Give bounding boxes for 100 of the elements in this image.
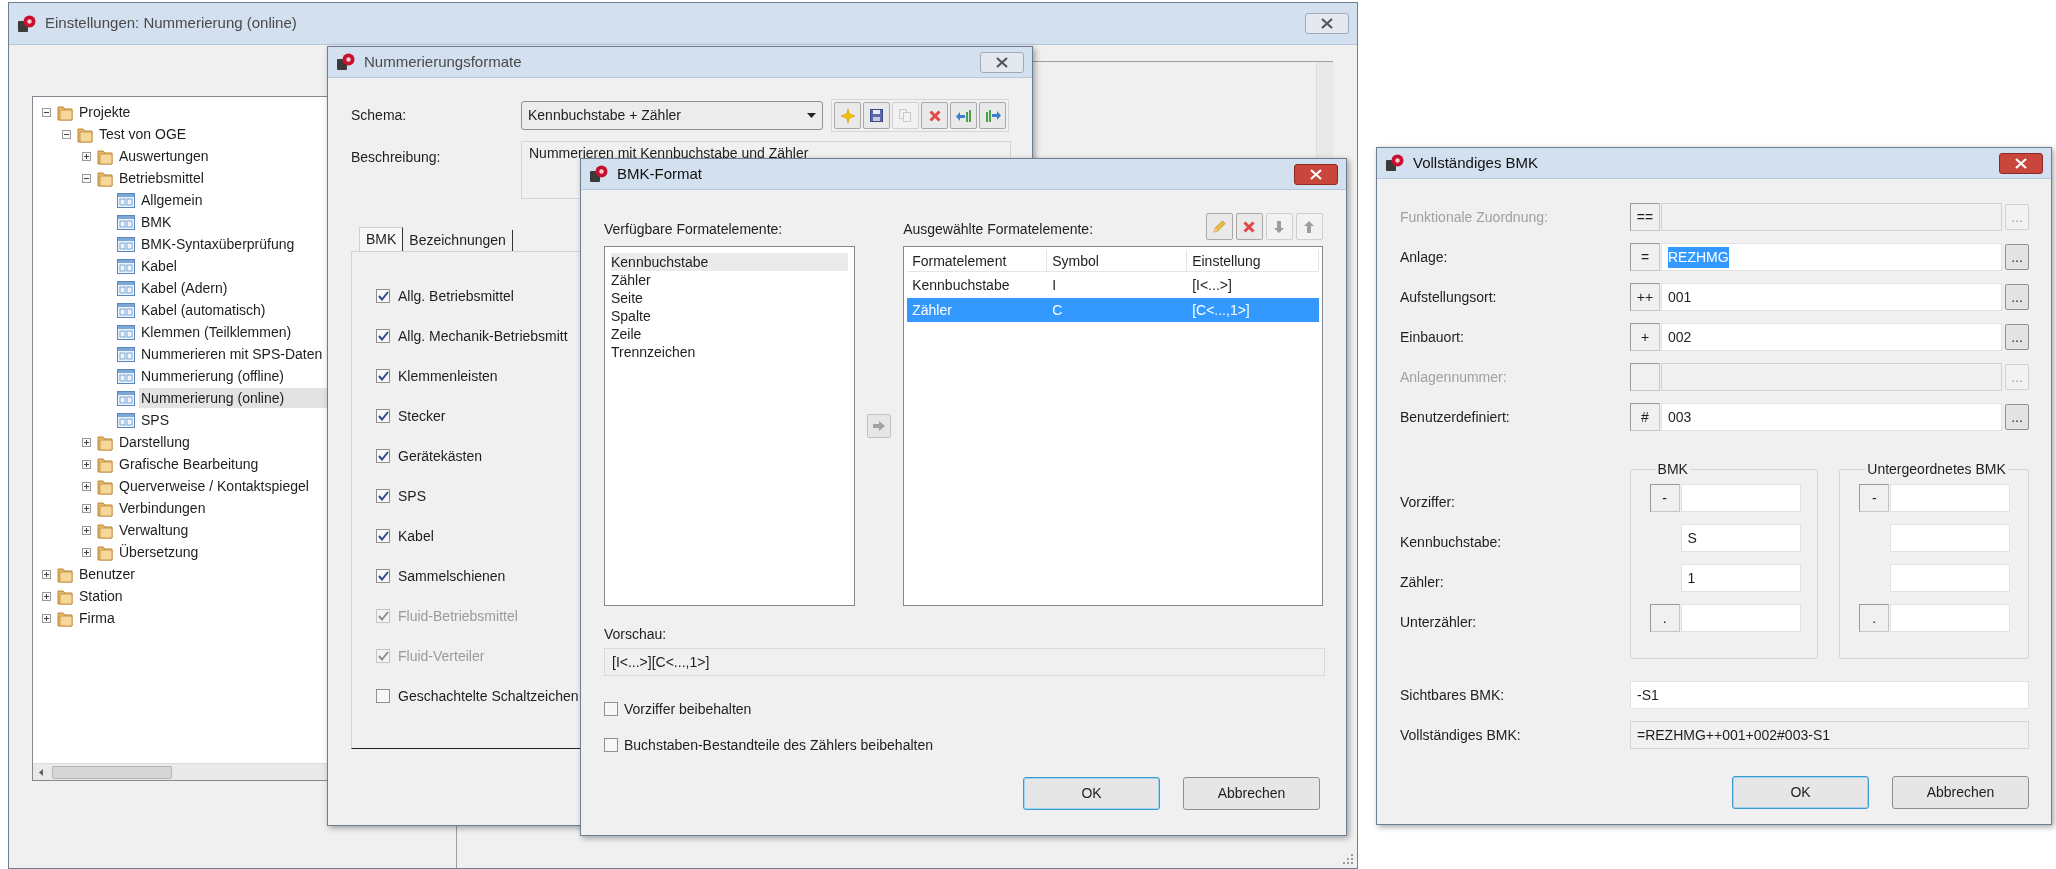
caret-icon [807, 113, 816, 118]
app-icon [336, 52, 356, 72]
schema-dropdown[interactable]: Kennbuchstabe + Zähler [521, 101, 823, 130]
checkbox[interactable] [376, 289, 390, 303]
cross-icon [928, 109, 941, 122]
field-label: Einbauort: [1400, 327, 1465, 347]
browse-button[interactable]: ... [2005, 244, 2029, 270]
expander-icon[interactable] [81, 503, 91, 513]
list-item[interactable]: Trennzeichen [611, 343, 849, 361]
app-icon [1385, 153, 1405, 173]
folder-icon [57, 565, 73, 583]
browse-button[interactable]: ... [2005, 404, 2029, 430]
app-icon [589, 164, 609, 184]
input-field[interactable] [1890, 484, 2011, 512]
dialog-button[interactable]: OK [1023, 777, 1160, 810]
field-label: Schema: [351, 106, 408, 125]
expander-icon[interactable] [81, 459, 91, 469]
expander-icon[interactable] [81, 481, 91, 491]
field-label: Vollständiges BMK: [1400, 725, 1522, 745]
arrow-right-icon [873, 421, 886, 431]
list-item[interactable]: Zeile [611, 325, 849, 343]
resize-grip-icon[interactable] [1342, 853, 1354, 865]
input-field[interactable] [1890, 524, 2011, 552]
expander-icon[interactable] [81, 437, 91, 447]
input-field[interactable] [1680, 604, 1801, 632]
checkbox[interactable] [604, 738, 618, 752]
column-header[interactable]: Formatelement [907, 250, 1048, 271]
input-field[interactable] [1890, 564, 2011, 592]
table-row[interactable]: Kennbuchstabe I [I<...>] [907, 273, 1319, 297]
checkbox[interactable] [376, 489, 390, 503]
checkbox[interactable] [376, 689, 390, 703]
input-field[interactable]: 002 [1661, 323, 2002, 351]
expander-icon[interactable] [41, 569, 51, 579]
toolbar-button[interactable] [950, 102, 977, 129]
table-cell-text: Kennbuchstabe [911, 276, 1011, 295]
checkbox[interactable] [376, 569, 390, 583]
close-button[interactable] [1305, 13, 1349, 34]
prefix-box: - [1649, 484, 1680, 512]
column-header[interactable]: Einstellung [1187, 250, 1319, 271]
folder-icon [97, 455, 113, 473]
expander-icon[interactable] [41, 591, 51, 601]
list-item[interactable]: Kennbuchstabe [611, 253, 849, 271]
input-field[interactable]: -S1 [1630, 681, 2029, 709]
checkbox-label: Buchstaben-Bestandteile des Zählers beibehalten [624, 735, 933, 755]
expander-icon[interactable] [81, 525, 91, 535]
field-label: Anlagennummer: [1400, 367, 1508, 387]
browse-button[interactable]: ... [2005, 284, 2029, 310]
field-label: Unterzähler: [1400, 613, 1478, 632]
dialog-button[interactable]: Abbrechen [1892, 776, 2029, 809]
folder-icon [97, 543, 113, 561]
checkbox[interactable] [376, 369, 390, 383]
input-field[interactable]: 1 [1680, 564, 1801, 592]
checkbox[interactable] [376, 529, 390, 543]
checkbox-label: Stecker [398, 406, 446, 426]
pencil-icon [1212, 219, 1227, 234]
window-title: BMK-Format [617, 163, 702, 184]
checkbox-label: Klemmenleisten [398, 366, 498, 386]
table-cell-text: Zähler [911, 301, 953, 320]
toolbar-button[interactable] [1236, 213, 1263, 240]
expander-icon[interactable] [61, 129, 71, 139]
list-item[interactable]: Seite [611, 289, 849, 307]
checkbox[interactable] [376, 409, 390, 423]
expander-icon[interactable] [81, 151, 91, 161]
close-icon [996, 56, 1008, 68]
window-icon [117, 368, 135, 384]
column-header[interactable]: Symbol [1047, 250, 1188, 271]
checkbox-label: Allg. Mechanik-Betriebsmitt [398, 326, 568, 346]
input-field[interactable] [1890, 604, 2011, 632]
preview-field: [I<...>][C<...,1>] [604, 648, 1325, 676]
window-title: Vollständiges BMK [1413, 152, 1539, 173]
close-button[interactable] [1294, 163, 1338, 185]
prefix-box: . [1859, 604, 1890, 632]
window-icon [117, 258, 135, 274]
close-button[interactable] [1999, 152, 2043, 174]
checkbox[interactable] [376, 449, 390, 463]
table-cell-text: I [1051, 276, 1058, 295]
expander-icon[interactable] [81, 173, 91, 183]
input-field[interactable]: 003 [1661, 403, 2002, 431]
input-field[interactable] [1680, 484, 1801, 512]
browse-button[interactable]: ... [2005, 324, 2029, 350]
list-item[interactable]: Spalte [611, 307, 849, 325]
dialog-button[interactable]: OK [1732, 776, 1869, 809]
field-label: Anlage: [1400, 247, 1449, 267]
expander-icon[interactable] [41, 107, 51, 117]
close-button[interactable] [980, 51, 1024, 73]
input-field[interactable]: S [1680, 524, 1801, 552]
prefix-box: = [1630, 243, 1660, 271]
list-item[interactable]: Zähler [611, 271, 849, 289]
expander-icon[interactable] [81, 547, 91, 557]
toolbar-button[interactable] [863, 102, 890, 129]
checkbox[interactable] [604, 702, 618, 716]
toolbar-button[interactable] [921, 102, 948, 129]
scrollbar-thumb[interactable] [52, 765, 172, 779]
checkbox-label: Sammelschienen [398, 566, 506, 586]
expander-icon[interactable] [41, 613, 51, 623]
checkbox[interactable] [376, 329, 390, 343]
toolbar-button[interactable] [979, 102, 1006, 129]
dialog-button[interactable]: Abbrechen [1183, 777, 1320, 810]
tab[interactable]: BMK [359, 227, 404, 251]
input-field[interactable]: 001 [1661, 283, 2002, 311]
